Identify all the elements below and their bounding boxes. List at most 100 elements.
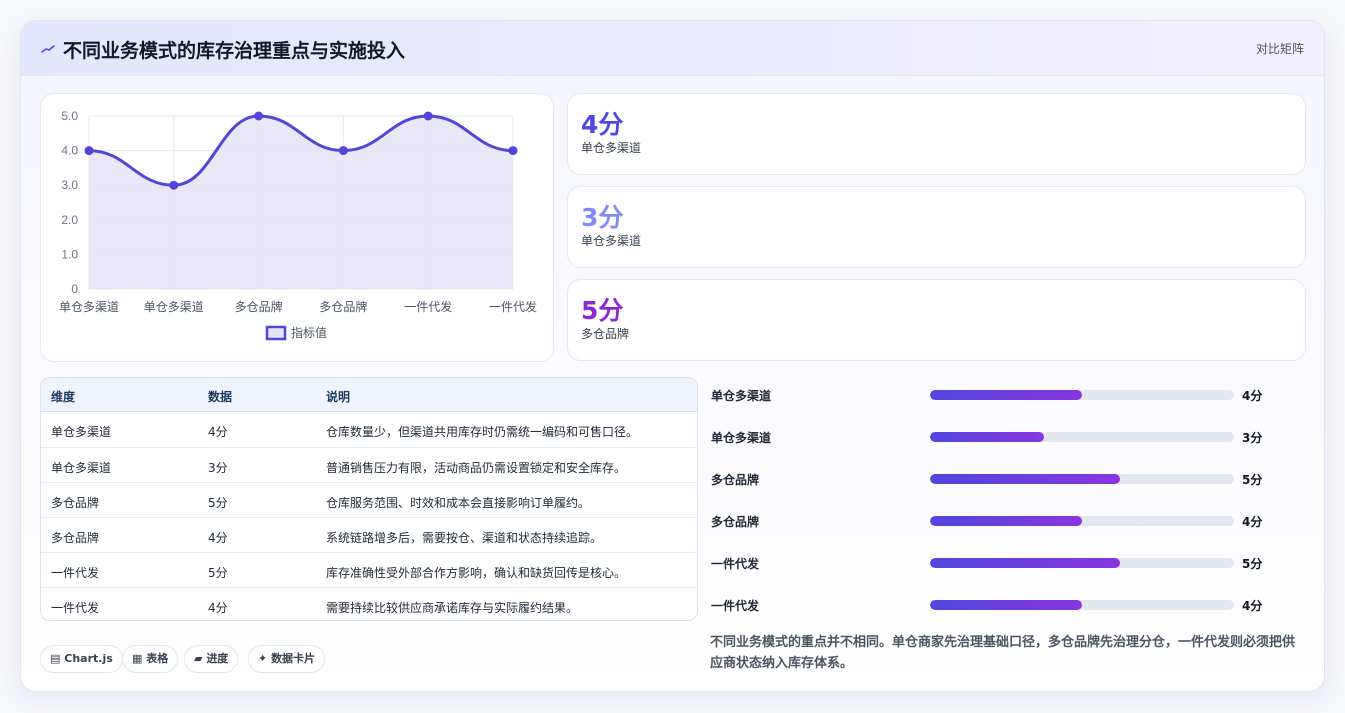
- tag-table[interactable]: ▦ 表格: [122, 645, 179, 673]
- y-tick-label: 4.0: [61, 144, 78, 158]
- trend-icon: [41, 45, 55, 53]
- progress-value: 5分: [1242, 557, 1263, 571]
- table-cell: 4分: [208, 425, 228, 439]
- tag-label: 进度: [206, 652, 229, 665]
- progress-value: 4分: [1242, 389, 1263, 403]
- progress-track: [930, 432, 1234, 442]
- column-header-dimension: 维度: [51, 390, 76, 404]
- y-tick-label: 2.0: [61, 213, 78, 227]
- table-header: 维度 数据 说明: [41, 378, 697, 412]
- progress-track: [930, 474, 1234, 484]
- comparison-card: 不同业务模式的库存治理重点与实施投入 对比矩阵 5.0 4.0 3.0 2.0 1.0 0…: [20, 20, 1325, 692]
- x-tick-label: 多仓品牌: [235, 300, 283, 314]
- chart-icon: ▤: [50, 652, 61, 665]
- progress-value: 3分: [1242, 431, 1263, 445]
- table-row: 单仓多渠道 3分 普通销售压力有限，活动商品仍需设置锁定和安全库存。: [41, 447, 697, 482]
- table-cell: 仓库数量少，但渠道共用库存时仍需统一编码和可售口径。: [326, 425, 639, 439]
- x-tick-label: 单仓多渠道: [144, 300, 204, 314]
- stat-label: 单仓多渠道: [581, 234, 642, 248]
- table-cell: 多仓品牌: [51, 531, 100, 545]
- stat-value: 5分: [581, 296, 624, 325]
- progress-fill: [930, 474, 1120, 484]
- progress-label: 多仓品牌: [711, 515, 760, 529]
- table-icon: ▦: [132, 652, 143, 665]
- table-row: 多仓品牌 5分 仓库服务范围、时效和成本会直接影响订单履约。: [41, 482, 697, 517]
- card-header: 不同业务模式的库存治理重点与实施投入 对比矩阵: [21, 21, 1324, 76]
- legend-label: 指标值: [291, 325, 327, 340]
- progress-row: 一件代发 5分: [711, 553, 1301, 573]
- progress-fill: [930, 558, 1120, 568]
- table-cell: 仓库服务范围、时效和成本会直接影响订单履约。: [326, 496, 591, 510]
- x-tick-label: 一件代发: [404, 299, 452, 314]
- stat-card: 5分 多仓品牌: [567, 279, 1306, 361]
- tag-data-cards[interactable]: ✦ 数据卡片: [248, 645, 326, 673]
- progress-row: 多仓品牌 4分: [711, 511, 1301, 531]
- table-cell: 4分: [208, 531, 228, 545]
- data-point: [84, 146, 94, 156]
- data-point: [508, 146, 518, 156]
- table-cell: 普通销售压力有限，活动商品仍需设置锁定和安全库存。: [326, 461, 627, 475]
- table-cell: 4分: [208, 601, 228, 615]
- table-cell: 单仓多渠道: [51, 461, 112, 475]
- progress-track: [930, 516, 1234, 526]
- tag-progress[interactable]: ▰ 进度: [184, 645, 239, 673]
- data-point: [169, 180, 179, 190]
- chart-canvas: 5.0 4.0 3.0 2.0 1.0 0 单仓多渠道 单仓多渠道 多仓品牌 多仓品牌 一件代发 一件…: [59, 109, 537, 341]
- tag-chartjs[interactable]: ▤ Chart.js: [40, 645, 123, 673]
- column-header-data: 数据: [208, 390, 233, 404]
- table-cell: 5分: [208, 566, 228, 580]
- stat-card: 3分 单仓多渠道: [567, 186, 1306, 268]
- page-title: 不同业务模式的库存治理重点与实施投入: [63, 40, 406, 62]
- progress-fill: [930, 516, 1082, 526]
- progress-value: 4分: [1242, 599, 1263, 613]
- tag-label: Chart.js: [64, 652, 113, 665]
- progress-value: 4分: [1242, 515, 1263, 529]
- y-tick-label: 5.0: [61, 109, 78, 123]
- progress-row: 一件代发 4分: [711, 595, 1301, 615]
- progress-label: 单仓多渠道: [711, 389, 772, 403]
- stat-value: 3分: [581, 203, 624, 232]
- progress-label: 多仓品牌: [711, 473, 760, 487]
- progress-fill: [930, 432, 1044, 442]
- progress-row: 单仓多渠道 3分: [711, 427, 1301, 447]
- stat-label: 多仓品牌: [581, 327, 630, 341]
- summary-text: 不同业务模式的重点并不相同。单仓商家先治理基础口径，多仓品牌先治理分仓，一件代发…: [710, 635, 1296, 671]
- progress-track: [930, 558, 1234, 568]
- table-cell: 需要持续比较供应商承诺库存与实际履约结果。: [326, 601, 579, 615]
- progress-label: 单仓多渠道: [711, 431, 772, 445]
- table-cell: 3分: [208, 461, 228, 475]
- table-cell: 一件代发: [51, 566, 100, 580]
- table-row: 一件代发 4分 需要持续比较供应商承诺库存与实际履约结果。: [41, 587, 697, 620]
- column-header-description: 说明: [326, 390, 351, 404]
- table-cell: 单仓多渠道: [51, 425, 112, 439]
- progress-track: [930, 390, 1234, 400]
- data-point: [423, 111, 433, 121]
- tag-label: 数据卡片: [271, 652, 316, 665]
- table-cell: 系统链路增多后，需要按仓、渠道和状态持续追踪。: [326, 531, 603, 545]
- table-cell: 一件代发: [51, 601, 100, 615]
- data-point: [338, 146, 348, 156]
- x-tick-label: 多仓品牌: [319, 300, 367, 314]
- data-point: [254, 111, 264, 121]
- x-tick-label: 一件代发: [489, 299, 537, 314]
- stat-value: 4分: [581, 110, 624, 139]
- progress-label: 一件代发: [711, 557, 760, 571]
- table-cell: 多仓品牌: [51, 496, 100, 510]
- series-area: [89, 116, 513, 289]
- legend-swatch: [265, 325, 287, 341]
- progress-value: 5分: [1242, 473, 1263, 487]
- table-row: 一件代发 5分 库存准确性受外部合作方影响，确认和缺货回传是核心。: [41, 552, 697, 587]
- line-chart: 5.0 4.0 3.0 2.0 1.0 0 单仓多渠道 单仓多渠道 多仓品牌 多仓品牌 一件代发 一件…: [40, 93, 554, 362]
- table-cell: 5分: [208, 496, 228, 510]
- progress-icon: ▰: [194, 652, 203, 665]
- progress-fill: [930, 600, 1082, 610]
- progress-fill: [930, 390, 1082, 400]
- y-tick-label: 0: [71, 282, 78, 296]
- tag-label: 表格: [146, 652, 169, 665]
- table-cell: 库存准确性受外部合作方影响，确认和缺货回传是核心。: [326, 566, 627, 580]
- data-table: 维度 数据 说明 单仓多渠道 4分 仓库数量少，但渠道共用库存时仍需统一编码和可…: [40, 377, 698, 621]
- header-tag: 对比矩阵: [1255, 42, 1304, 56]
- progress-row: 多仓品牌 5分: [711, 469, 1301, 489]
- stat-card: 4分 单仓多渠道: [567, 93, 1306, 175]
- progress-label: 一件代发: [711, 599, 760, 613]
